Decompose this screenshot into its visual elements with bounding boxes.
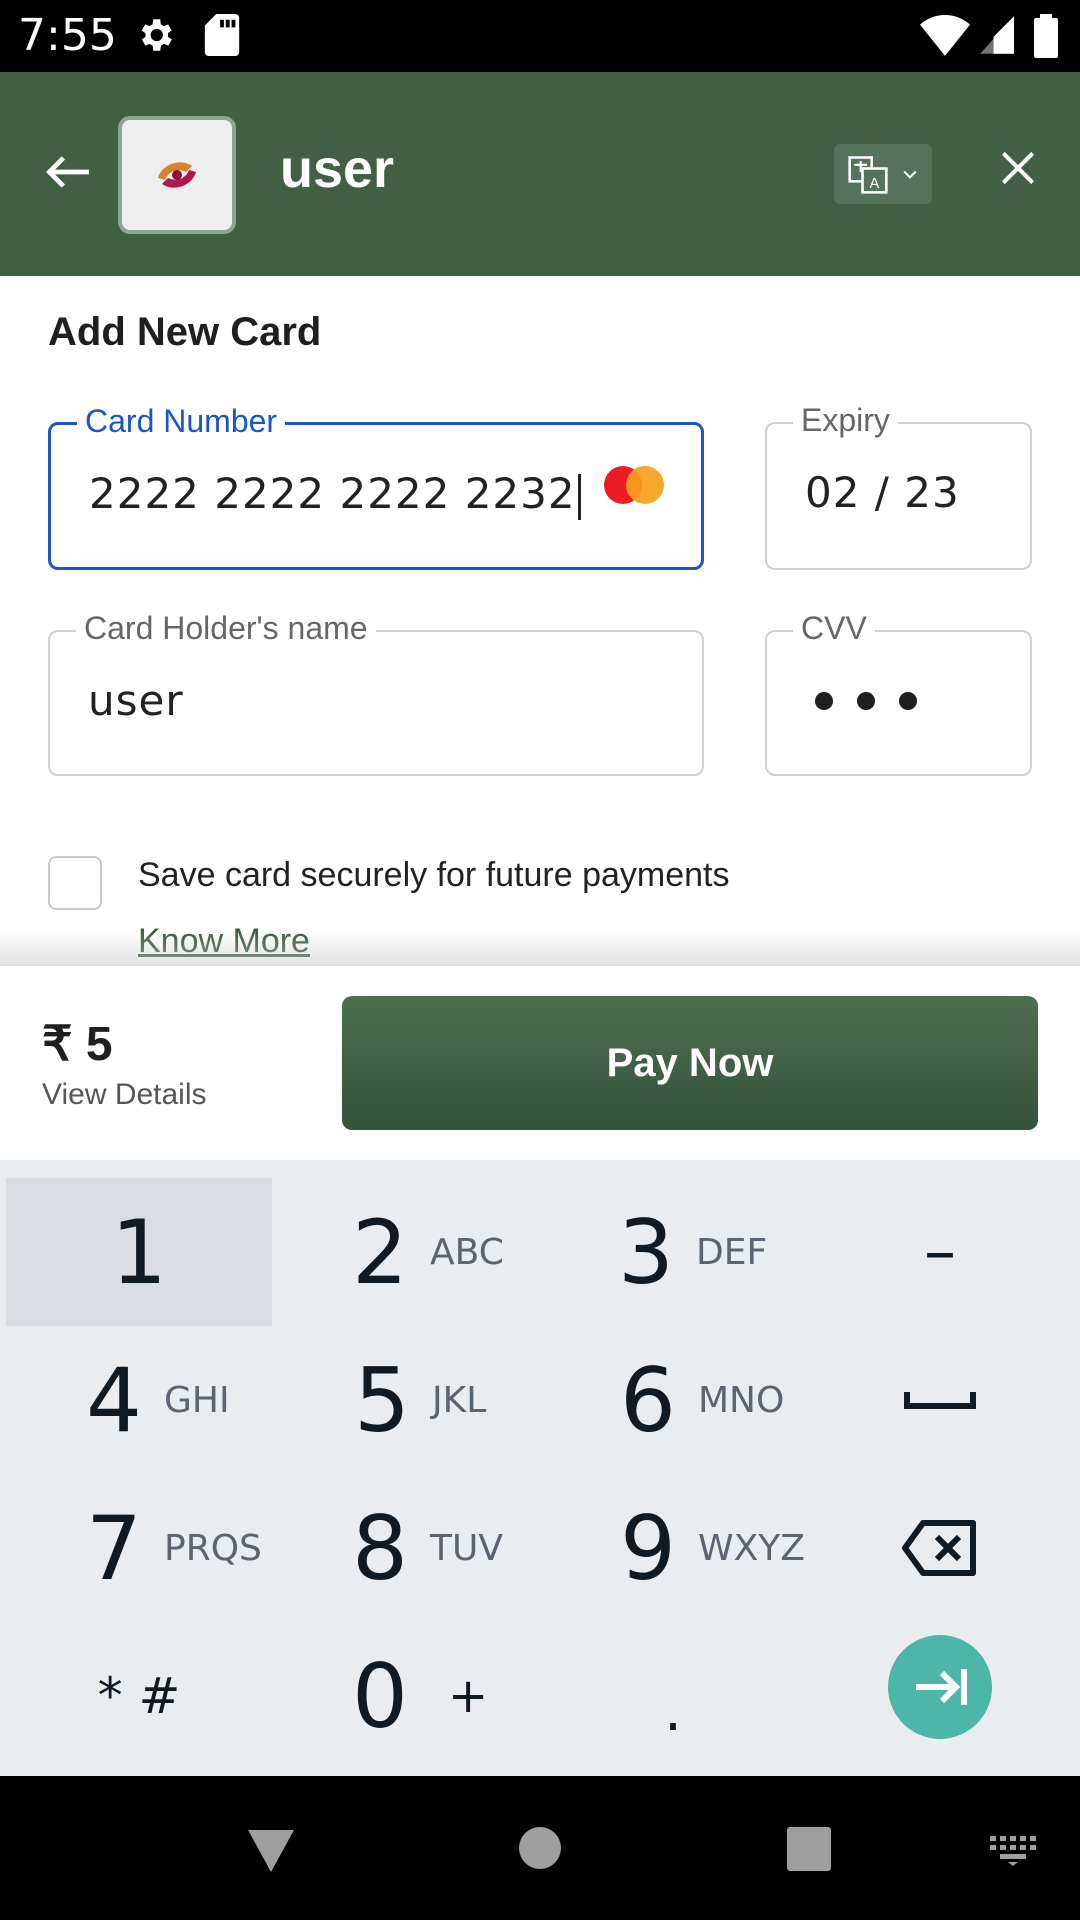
key-digit: 0	[352, 1644, 408, 1748]
scroll-fade	[0, 930, 1080, 966]
key-digit: 3	[618, 1200, 674, 1304]
key-7[interactable]: 7 PRQS	[86, 1474, 352, 1622]
card-holder-name-value: user	[88, 676, 184, 725]
pay-now-button[interactable]: Pay Now	[342, 996, 1038, 1130]
settings-icon	[141, 19, 172, 51]
section-title: Add New Card	[48, 310, 322, 354]
key-digit: 8	[352, 1496, 408, 1600]
key-digit: 1	[111, 1200, 167, 1304]
app-header: user A	[0, 72, 1080, 276]
payment-bar: ₹ 5 View Details Pay Now	[0, 966, 1080, 1156]
key-digit: 9	[620, 1496, 676, 1600]
key-letters: WXYZ	[698, 1527, 805, 1569]
svg-text:A: A	[870, 176, 880, 192]
amount-value: ₹ 5	[42, 1018, 113, 1071]
key-5[interactable]: 5 JKL	[354, 1326, 620, 1474]
cvv-label: CVV	[793, 610, 875, 647]
card-number-value: 2222 2222 2222 2232	[89, 469, 581, 520]
chevron-down-icon	[903, 170, 917, 179]
key-letters: ABC	[430, 1231, 504, 1273]
key-digit: 4	[86, 1348, 142, 1452]
key-digit: .	[664, 1679, 682, 1744]
cvv-masked-value	[815, 692, 917, 710]
signal-icon	[980, 16, 1014, 54]
key-minus[interactable]: –	[812, 1178, 1068, 1326]
recents-square-icon[interactable]	[786, 1826, 832, 1872]
key-letters: DEF	[696, 1231, 768, 1273]
close-icon[interactable]	[996, 146, 1040, 190]
expiry-field[interactable]: Expiry 02 / 23	[765, 402, 1032, 570]
numeric-keypad: 1 2 ABC 3 DEF – 4 GHI 5 JKL 6 MNO 7 PRQS…	[0, 1160, 1080, 1776]
view-details-link[interactable]: View Details	[42, 1078, 207, 1112]
key-digit: 2	[352, 1200, 408, 1304]
card-holder-name-field[interactable]: Card Holder's name user	[48, 610, 704, 776]
key-digit: –	[924, 1215, 956, 1289]
keyboard-icon[interactable]	[988, 1834, 1038, 1866]
key-letters: MNO	[698, 1379, 785, 1421]
backspace-icon	[902, 1520, 976, 1576]
wifi-icon	[920, 15, 970, 56]
key-letters: TUV	[430, 1527, 503, 1569]
mastercard-icon	[604, 466, 664, 504]
key-2[interactable]: 2 ABC	[352, 1178, 618, 1326]
enter-icon	[916, 1669, 967, 1705]
key-4[interactable]: 4 GHI	[86, 1326, 352, 1474]
key-letters: GHI	[164, 1379, 230, 1421]
card-number-field[interactable]: Card Number 2222 2222 2222 2232	[48, 403, 704, 570]
key-space[interactable]	[812, 1326, 1068, 1474]
key-dot[interactable]: .	[540, 1622, 806, 1770]
language-selector[interactable]: A	[834, 144, 932, 204]
navigation-bar	[0, 1776, 1080, 1920]
save-card-checkbox[interactable]	[48, 856, 102, 910]
key-1[interactable]: 1	[6, 1178, 272, 1326]
key-digit: 6	[620, 1348, 676, 1452]
key-letters: PRQS	[164, 1527, 262, 1569]
cvv-dot	[857, 692, 875, 710]
key-digit: * #	[97, 1667, 181, 1725]
expiry-label: Expiry	[793, 402, 898, 439]
space-icon	[904, 1392, 976, 1409]
text-caret	[577, 473, 581, 520]
key-star-hash[interactable]: * #	[6, 1622, 272, 1770]
key-letters: JKL	[432, 1379, 487, 1421]
screen: 7:55 user A Add New Card Card Number 222…	[0, 0, 1080, 1920]
key-8[interactable]: 8 TUV	[352, 1474, 618, 1622]
save-card-label: Save card securely for future payments	[138, 856, 730, 894]
key-digit: 5	[354, 1348, 410, 1452]
expiry-value: 02 / 23	[805, 468, 960, 517]
key-digit: 7	[86, 1496, 142, 1600]
key-backspace[interactable]	[812, 1474, 1068, 1622]
status-bar: 7:55	[0, 0, 1080, 72]
home-circle-icon[interactable]	[518, 1826, 562, 1870]
card-number-label: Card Number	[77, 403, 286, 440]
enter-key[interactable]	[888, 1635, 992, 1739]
status-time: 7:55	[18, 10, 117, 61]
back-triangle-icon[interactable]	[246, 1828, 296, 1874]
cvv-dot	[899, 692, 917, 710]
battery-icon	[1034, 14, 1058, 58]
merchant-logo	[118, 116, 236, 234]
key-letters: +	[448, 1668, 489, 1724]
cvv-dot	[815, 692, 833, 710]
card-holder-name-label: Card Holder's name	[76, 610, 376, 647]
cvv-field[interactable]: CVV	[765, 610, 1032, 776]
back-arrow-icon[interactable]	[40, 144, 96, 200]
merchant-name: user	[280, 139, 395, 199]
sd-card-icon	[204, 14, 240, 56]
translate-icon: A	[848, 156, 888, 194]
